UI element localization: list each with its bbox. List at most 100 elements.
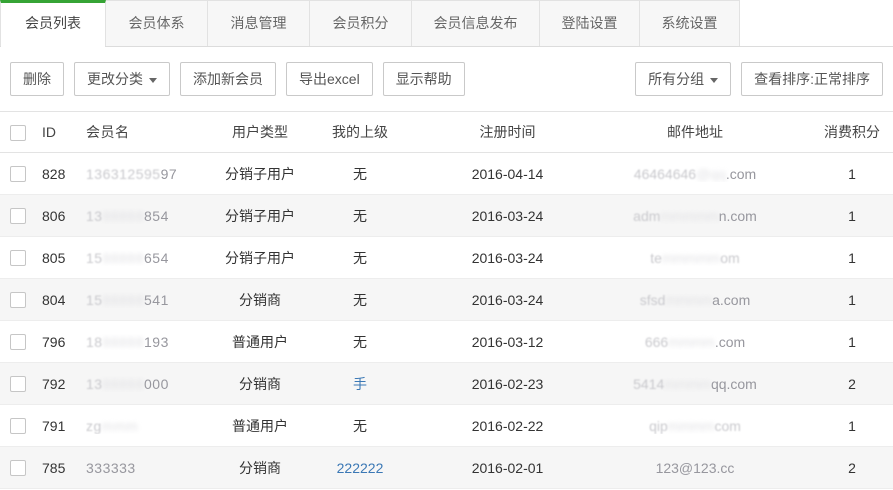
- user-type: 分销子用户: [200, 164, 320, 184]
- show-help-button[interactable]: 显示帮助: [383, 62, 465, 96]
- consume-points: 1: [775, 208, 893, 224]
- user-type: 分销商: [200, 374, 320, 394]
- row-checkbox[interactable]: [10, 208, 26, 224]
- row-checkbox[interactable]: [10, 292, 26, 308]
- email-address: 666mmmm.com: [615, 334, 775, 350]
- tab-6[interactable]: 系统设置: [640, 0, 740, 46]
- tab-5[interactable]: 登陆设置: [540, 0, 640, 46]
- row-checkbox-cell: [0, 249, 36, 266]
- register-time: 2016-02-01: [400, 460, 615, 476]
- email-fragment: sfsd: [640, 292, 666, 308]
- member-id: 804: [36, 292, 86, 308]
- my-upline-cell: 222222: [320, 460, 400, 476]
- my-upline-cell: 无: [320, 164, 400, 184]
- member-id: 785: [36, 460, 86, 476]
- member-admin-panel: 会员列表会员体系消息管理会员积分会员信息发布登陆设置系统设置 删除 更改分类 添…: [0, 0, 893, 489]
- header-member-name: 会员名: [86, 122, 200, 142]
- tab-2[interactable]: 消息管理: [208, 0, 310, 46]
- register-time: 2016-04-14: [400, 166, 615, 182]
- member-name-fragment: 97: [161, 166, 178, 182]
- member-name-fragment: 854: [144, 208, 169, 224]
- member-name-fragment: 13: [86, 208, 103, 224]
- consume-points: 1: [775, 334, 893, 350]
- member-id: 828: [36, 166, 86, 182]
- member-name: zgmmm: [86, 418, 200, 434]
- email-fragment: mmmmm: [662, 250, 720, 266]
- member-name: 1588888541: [86, 292, 200, 308]
- header-register-time: 注册时间: [400, 122, 615, 142]
- header-checkbox-cell: [0, 123, 36, 140]
- member-name-fragment: 333333: [86, 460, 136, 476]
- email-fragment: .com: [726, 166, 756, 182]
- member-name-fragment: 136312595: [86, 166, 161, 182]
- row-checkbox[interactable]: [10, 460, 26, 476]
- change-category-dropdown[interactable]: 更改分类: [74, 62, 170, 96]
- my-upline-cell: 无: [320, 206, 400, 226]
- tab-0[interactable]: 会员列表: [0, 0, 106, 46]
- row-checkbox[interactable]: [10, 166, 26, 182]
- register-time: 2016-03-24: [400, 292, 615, 308]
- chevron-down-icon: [149, 78, 157, 83]
- table-row: 7961888888193普通用户无2016-03-12666mmmm.com1: [0, 321, 893, 363]
- consume-points: 1: [775, 166, 893, 182]
- member-name: 1388888854: [86, 208, 200, 224]
- group-filter-dropdown[interactable]: 所有分组: [635, 62, 731, 96]
- delete-button[interactable]: 删除: [10, 62, 64, 96]
- member-id: 791: [36, 418, 86, 434]
- toolbar: 删除 更改分类 添加新会员 导出excel 显示帮助 所有分组 查看排序:正常排…: [0, 47, 893, 111]
- member-name: 13631259597: [86, 166, 200, 182]
- member-name: 1388888000: [86, 376, 200, 392]
- table-row: 7921388888000分销商手2016-02-235414mmmmqq.co…: [0, 363, 893, 405]
- add-member-button[interactable]: 添加新会员: [180, 62, 276, 96]
- my-upline-cell: 手: [320, 374, 400, 394]
- row-checkbox[interactable]: [10, 418, 26, 434]
- select-all-checkbox[interactable]: [10, 125, 26, 141]
- member-name-fragment: 88888: [103, 334, 144, 350]
- upline-link[interactable]: 222222: [337, 460, 384, 476]
- user-type: 分销子用户: [200, 206, 320, 226]
- member-name-fragment: 15: [86, 250, 103, 266]
- upline-link[interactable]: 手: [353, 376, 367, 392]
- register-time: 2016-03-24: [400, 250, 615, 266]
- my-upline-cell: 无: [320, 332, 400, 352]
- table-row: 791zgmmm普通用户无2016-02-22qipmmmmcom1: [0, 405, 893, 447]
- email-fragment: mmmm: [664, 376, 711, 392]
- member-name-fragment: 13: [86, 376, 103, 392]
- email-address: qipmmmmcom: [615, 418, 775, 434]
- member-id: 805: [36, 250, 86, 266]
- consume-points: 1: [775, 418, 893, 434]
- tab-3[interactable]: 会员积分: [310, 0, 412, 46]
- email-address: 5414mmmmqq.com: [615, 376, 775, 392]
- row-checkbox-cell: [0, 291, 36, 308]
- user-type: 普通用户: [200, 332, 320, 352]
- group-filter-label: 所有分组: [648, 71, 704, 87]
- consume-points: 2: [775, 376, 893, 392]
- tab-1[interactable]: 会员体系: [106, 0, 208, 46]
- email-address: 46464646@qq.com: [615, 166, 775, 182]
- member-name-fragment: zg: [86, 418, 102, 434]
- row-checkbox-cell: [0, 207, 36, 224]
- table-row: 785333333分销商2222222016-02-01123@123.cc2: [0, 447, 893, 489]
- register-time: 2016-03-24: [400, 208, 615, 224]
- email-fragment: n.com: [719, 208, 757, 224]
- table-row: 8061388888854分销子用户无2016-03-24admmmmmmn.c…: [0, 195, 893, 237]
- row-checkbox-cell: [0, 417, 36, 434]
- email-fragment: .com: [715, 334, 745, 350]
- email-address: 123@123.cc: [615, 460, 775, 476]
- sort-order-button[interactable]: 查看排序:正常排序: [741, 62, 883, 96]
- row-checkbox-cell: [0, 375, 36, 392]
- consume-points: 1: [775, 292, 893, 308]
- header-user-type: 用户类型: [200, 122, 320, 142]
- member-name-fragment: 15: [86, 292, 103, 308]
- member-name-fragment: 88888: [103, 208, 144, 224]
- table-row: 82813631259597分销子用户无2016-04-1446464646@q…: [0, 153, 893, 195]
- email-fragment: a.com: [712, 292, 750, 308]
- row-checkbox[interactable]: [10, 376, 26, 392]
- email-fragment: 46464646: [634, 166, 696, 182]
- row-checkbox[interactable]: [10, 334, 26, 350]
- email-fragment: mmmm: [668, 418, 715, 434]
- tab-4[interactable]: 会员信息发布: [412, 0, 540, 46]
- export-excel-button[interactable]: 导出excel: [286, 62, 373, 96]
- user-type: 分销商: [200, 458, 320, 478]
- row-checkbox[interactable]: [10, 250, 26, 266]
